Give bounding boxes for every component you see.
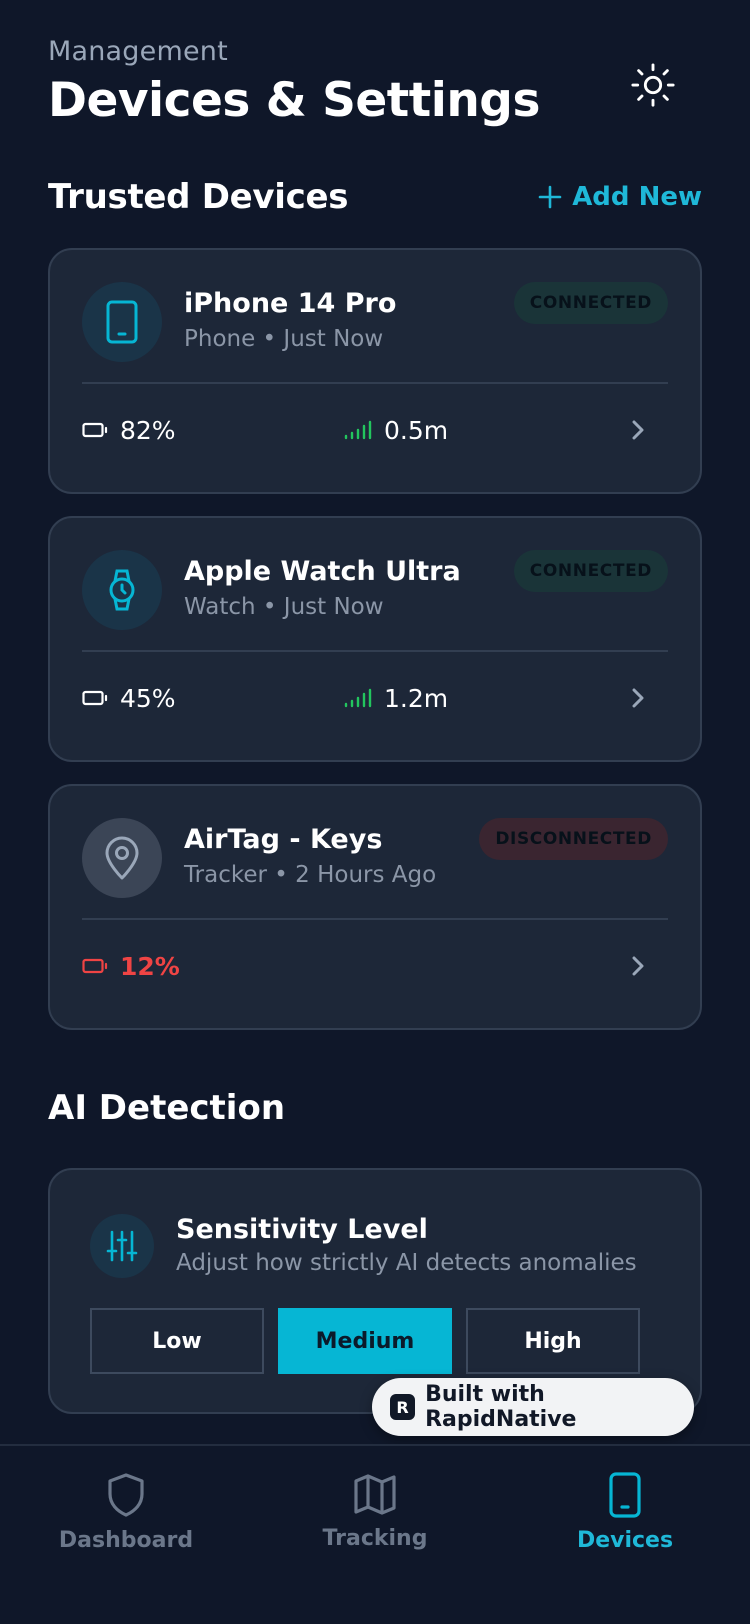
sensitivity-description: Adjust how strictly AI detects anomalies (176, 1250, 637, 1276)
battery-value: 45% (120, 683, 176, 713)
tab-label: Devices (576, 1528, 674, 1553)
built-with-label: Built with RapidNative (425, 1382, 577, 1432)
chevron-right-icon[interactable] (622, 414, 654, 446)
sensitivity-option-low[interactable]: Low (90, 1308, 264, 1374)
sensitivity-option-high[interactable]: High (466, 1308, 640, 1374)
section-title: Trusted Devices (48, 177, 349, 217)
device-card[interactable]: Apple Watch Ultra Watch • Just Now CONNE… (48, 516, 702, 762)
signal-value: 1.2m (384, 683, 449, 713)
add-new-label: Add New (572, 182, 702, 212)
signal-icon (344, 688, 372, 708)
sliders-icon (106, 1230, 138, 1262)
ai-section-title: AI Detection (48, 1088, 286, 1128)
sun-icon[interactable] (630, 62, 676, 108)
device-avatar (82, 818, 162, 898)
battery-stat: 12% (82, 934, 180, 998)
page-title: Devices & Settings (48, 73, 540, 128)
battery-icon (82, 422, 108, 438)
sensitivity-option-medium[interactable]: Medium (278, 1308, 452, 1374)
device-name: AirTag - Keys (184, 824, 383, 855)
signal-stat: 1.2m (344, 666, 448, 730)
battery-icon (82, 690, 108, 706)
rapidnative-logo-icon: R (390, 1394, 416, 1420)
device-meta: Watch • Just Now (184, 594, 384, 620)
device-card[interactable]: iPhone 14 Pro Phone • Just Now CONNECTED… (48, 248, 702, 494)
signal-value: 0.5m (384, 415, 449, 445)
device-name: iPhone 14 Pro (184, 288, 397, 319)
divider (82, 918, 668, 920)
battery-value: 82% (120, 415, 176, 445)
tab-dashboard[interactable]: Dashboard (26, 1472, 226, 1553)
phone-icon (106, 300, 138, 344)
status-badge: DISCONNECTED (479, 818, 668, 860)
watch-icon (109, 569, 135, 611)
battery-stat: 45% (82, 666, 176, 730)
signal-icon (344, 420, 372, 440)
device-avatar (82, 282, 162, 362)
device-name: Apple Watch Ultra (184, 556, 461, 587)
tab-tracking[interactable]: Tracking (275, 1472, 475, 1551)
signal-stat: 0.5m (344, 398, 448, 462)
divider (82, 650, 668, 652)
trusted-devices-header: Trusted Devices Add New (48, 172, 702, 222)
tab-devices[interactable]: Devices (525, 1472, 725, 1553)
page-header: Management Devices & Settings (48, 36, 540, 128)
location-pin-icon (105, 836, 139, 880)
shield-icon (108, 1473, 144, 1517)
built-with-banner[interactable]: R Built with RapidNative (372, 1378, 694, 1436)
status-badge: CONNECTED (513, 550, 668, 592)
tab-label: Dashboard (58, 1528, 194, 1553)
add-new-button[interactable]: Add New (538, 182, 702, 212)
page-eyebrow: Management (48, 36, 228, 67)
battery-low-icon (82, 958, 108, 974)
chevron-right-icon[interactable] (622, 950, 654, 982)
tab-label: Tracking (322, 1526, 428, 1551)
device-meta: Phone • Just Now (184, 326, 384, 352)
map-icon (354, 1474, 396, 1515)
battery-stat: 82% (82, 398, 176, 462)
divider (82, 382, 668, 384)
device-avatar (82, 550, 162, 630)
status-badge: CONNECTED (513, 282, 668, 324)
battery-value: 12% (120, 951, 180, 981)
sensitivity-title: Sensitivity Level (176, 1214, 428, 1245)
device-meta: Tracker • 2 Hours Ago (184, 862, 437, 888)
device-card[interactable]: AirTag - Keys Tracker • 2 Hours Ago DISC… (48, 784, 702, 1030)
phone-icon (609, 1472, 641, 1518)
screen: Management Devices & Settings Trusted De… (0, 0, 750, 1624)
bottom-tab-bar: Dashboard Tracking Devices (0, 1444, 750, 1624)
chevron-right-icon[interactable] (622, 682, 654, 714)
plus-icon (538, 185, 562, 209)
sensitivity-icon-wrap (90, 1214, 154, 1278)
